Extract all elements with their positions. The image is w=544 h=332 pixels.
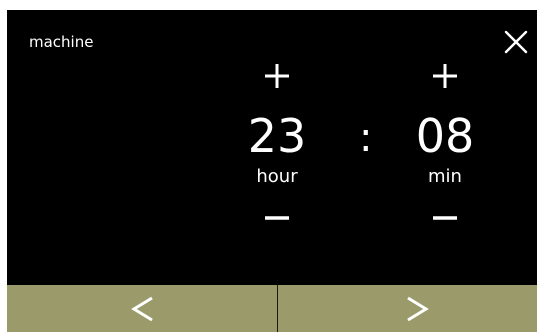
navigation-bar bbox=[7, 285, 537, 332]
next-button[interactable] bbox=[278, 285, 537, 332]
plus-icon bbox=[265, 64, 289, 88]
hour-increment-button[interactable] bbox=[252, 58, 302, 98]
minute-value: 08 bbox=[415, 109, 475, 163]
chevron-right-icon bbox=[407, 296, 429, 322]
close-button[interactable] bbox=[497, 24, 533, 60]
time-separator: : bbox=[359, 115, 373, 161]
hour-value: 23 bbox=[247, 109, 307, 163]
plus-icon bbox=[433, 64, 457, 88]
previous-button[interactable] bbox=[7, 285, 277, 332]
page-title: machine bbox=[29, 33, 94, 51]
hour-picker: 23 hour bbox=[227, 58, 327, 238]
hour-decrement-button[interactable] bbox=[252, 200, 302, 240]
close-icon bbox=[504, 30, 528, 54]
minute-unit-label: min bbox=[428, 166, 462, 187]
minus-icon bbox=[433, 216, 457, 220]
minute-decrement-button[interactable] bbox=[420, 200, 470, 240]
minus-icon bbox=[265, 216, 289, 220]
hour-unit-label: hour bbox=[256, 166, 298, 187]
minute-increment-button[interactable] bbox=[420, 58, 470, 98]
chevron-left-icon bbox=[131, 296, 153, 322]
screen: machine 23 hour : 08 min bbox=[7, 10, 537, 332]
minute-picker: 08 min bbox=[395, 58, 495, 238]
